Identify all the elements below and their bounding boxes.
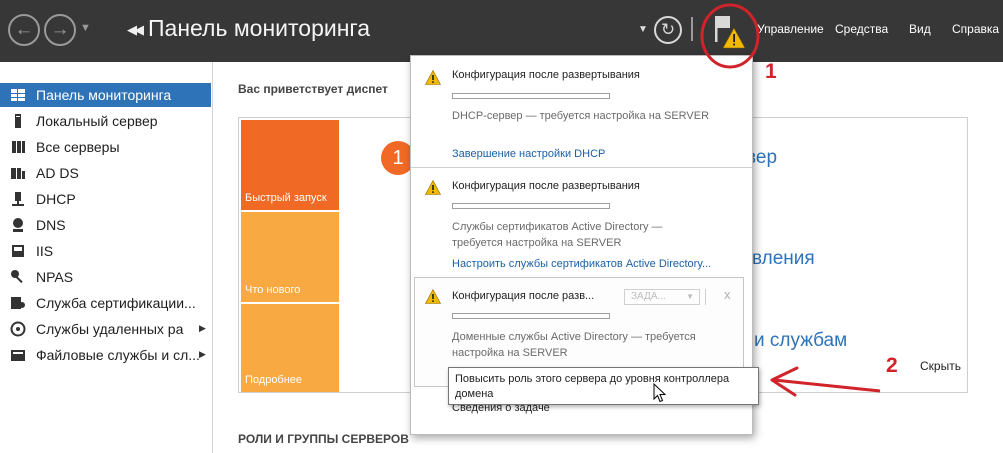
title-bar: ← → ▼ ◀◀ Панель мониторинга ▼ ↻ Управлен… <box>0 0 1003 62</box>
combo-divider <box>705 289 706 305</box>
configure-adcs-link[interactable]: Настроить службы сертификатов Active Dir… <box>452 258 711 270</box>
notification-flag-icon[interactable] <box>712 12 746 52</box>
menu-manage[interactable]: Управление <box>757 22 824 36</box>
sidebar-item-label: DNS <box>36 217 66 233</box>
sidebar-item-local-server[interactable]: Локальный сервер <box>0 109 211 133</box>
warning-icon <box>425 70 441 85</box>
sidebar-item-file-services[interactable]: Файловые службы и сл... ▶ <box>0 343 211 367</box>
notification-progress-bar <box>452 93 610 99</box>
sidebar-item-label: Все серверы <box>36 139 120 155</box>
complete-dhcp-config-link[interactable]: Завершение настройки DHCP <box>452 148 605 160</box>
sidebar-item-iis[interactable]: IIS <box>0 239 211 263</box>
callout-number-1: 1 <box>765 60 777 83</box>
warning-icon <box>425 180 441 195</box>
breadcrumb-arrows-icon: ◀◀ <box>127 22 144 37</box>
sidebar-item-certificate-services[interactable]: Служба сертификации... <box>0 291 211 315</box>
history-dropdown-icon[interactable]: ▼ <box>80 22 91 34</box>
hide-welcome-link[interactable]: Скрыть <box>920 359 961 373</box>
breadcrumb-dropdown-icon[interactable]: ▼ <box>638 24 648 35</box>
sidebar-item-label: Файловые службы и сл... <box>36 347 200 363</box>
sidebar-item-all-servers[interactable]: Все серверы <box>0 135 211 159</box>
notification-progress-bar <box>452 313 610 319</box>
menu-tools[interactable]: Средства <box>835 22 888 36</box>
callout-number-2: 2 <box>886 354 898 377</box>
file-services-icon <box>11 350 25 361</box>
sidebar: Панель мониторинга Локальный сервер Все … <box>0 62 213 453</box>
sidebar-item-ad-ds[interactable]: AD DS <box>0 161 211 185</box>
sidebar-item-label: NPAS <box>36 269 74 285</box>
tile-quick-start[interactable]: Быстрый запуск <box>241 120 339 210</box>
chevron-right-icon[interactable]: ▶ <box>199 323 206 334</box>
sidebar-item-label: Панель мониторинга <box>36 87 172 103</box>
notification-divider <box>411 167 752 168</box>
npas-icon <box>11 270 23 284</box>
back-icon[interactable]: ← <box>8 14 40 46</box>
notification-description: Доменные службы Active Directory — требу… <box>452 329 742 361</box>
promote-dc-link-tooltip[interactable]: Повысить роль этого сервера до уровня ко… <box>448 367 759 405</box>
sidebar-item-dns[interactable]: DNS <box>0 213 211 237</box>
sidebar-item-dashboard[interactable]: Панель мониторинга <box>0 83 211 107</box>
tile-label: Что нового <box>245 284 301 296</box>
tile-whats-new[interactable]: Что нового <box>241 212 339 302</box>
description-line: настройка на SERVER <box>452 347 568 359</box>
sidebar-item-label: AD DS <box>36 165 79 181</box>
notification-title: Конфигурация после развертывания <box>452 69 640 81</box>
description-line: Службы сертификатов Active Directory — <box>452 221 663 233</box>
roles-heading: РОЛИ И ГРУППЫ СЕРВЕРОВ <box>238 432 409 446</box>
description-line: Доменные службы Active Directory — требу… <box>452 331 696 343</box>
servers-icon <box>12 141 25 153</box>
sidebar-item-label: Служба сертификации... <box>36 295 196 311</box>
task-dropdown[interactable]: ЗАДА... ▼ <box>624 289 700 305</box>
close-icon[interactable]: x <box>724 287 731 302</box>
sidebar-item-label: DHCP <box>36 191 76 207</box>
notification-title: Конфигурация после развертывания <box>452 180 640 192</box>
menu-help[interactable]: Справка <box>952 22 999 36</box>
menu-view[interactable]: Вид <box>909 22 931 36</box>
description-line: требуется настройка на SERVER <box>452 237 622 249</box>
notification-description: DHCP-сервер — требуется настройка на SER… <box>452 110 710 122</box>
tile-label: Подробнее <box>245 374 303 386</box>
sidebar-item-label: Локальный сервер <box>36 113 158 129</box>
server-icon <box>15 114 21 128</box>
tooltip-line: домена <box>455 388 494 400</box>
toolbar-divider <box>691 17 693 41</box>
dashboard-icon <box>11 89 25 101</box>
forward-icon[interactable]: → <box>44 14 76 46</box>
refresh-icon[interactable]: ↻ <box>654 16 682 44</box>
chevron-down-icon: ▼ <box>686 292 694 301</box>
notification-description: Службы сертификатов Active Directory — т… <box>452 219 742 251</box>
dhcp-icon <box>12 192 24 206</box>
notification-title: Конфигурация после разв... <box>452 290 595 302</box>
page-title: Панель мониторинга <box>148 15 371 41</box>
tile-learn-more[interactable]: Подробнее <box>241 304 339 392</box>
notification-progress-bar <box>452 203 610 209</box>
connect-cloud-link[interactable]: и службам <box>754 330 847 352</box>
sidebar-item-npas[interactable]: NPAS <box>0 265 211 289</box>
ad-ds-icon <box>11 168 25 179</box>
sidebar-item-remote-access[interactable]: Службы удаленных ра ▶ <box>0 317 211 341</box>
iis-icon <box>12 245 24 257</box>
tile-label: Быстрый запуск <box>245 192 327 204</box>
sidebar-item-label: IIS <box>36 243 54 259</box>
add-roles-link[interactable]: вления <box>752 248 815 270</box>
sidebar-item-dhcp[interactable]: DHCP <box>0 187 211 211</box>
remote-access-icon <box>10 321 26 337</box>
chevron-right-icon[interactable]: ▶ <box>199 349 206 360</box>
tooltip-line: Повысить роль этого сервера до уровня ко… <box>455 373 730 385</box>
sidebar-item-label: Службы удаленных ра <box>36 321 184 337</box>
certificate-icon <box>11 297 25 309</box>
warning-icon <box>425 289 441 304</box>
mouse-cursor-icon <box>653 383 667 403</box>
task-dropdown-value: ЗАДА... <box>631 291 666 302</box>
welcome-heading: Вас приветствует диспет <box>238 82 388 96</box>
dns-icon <box>13 218 23 232</box>
